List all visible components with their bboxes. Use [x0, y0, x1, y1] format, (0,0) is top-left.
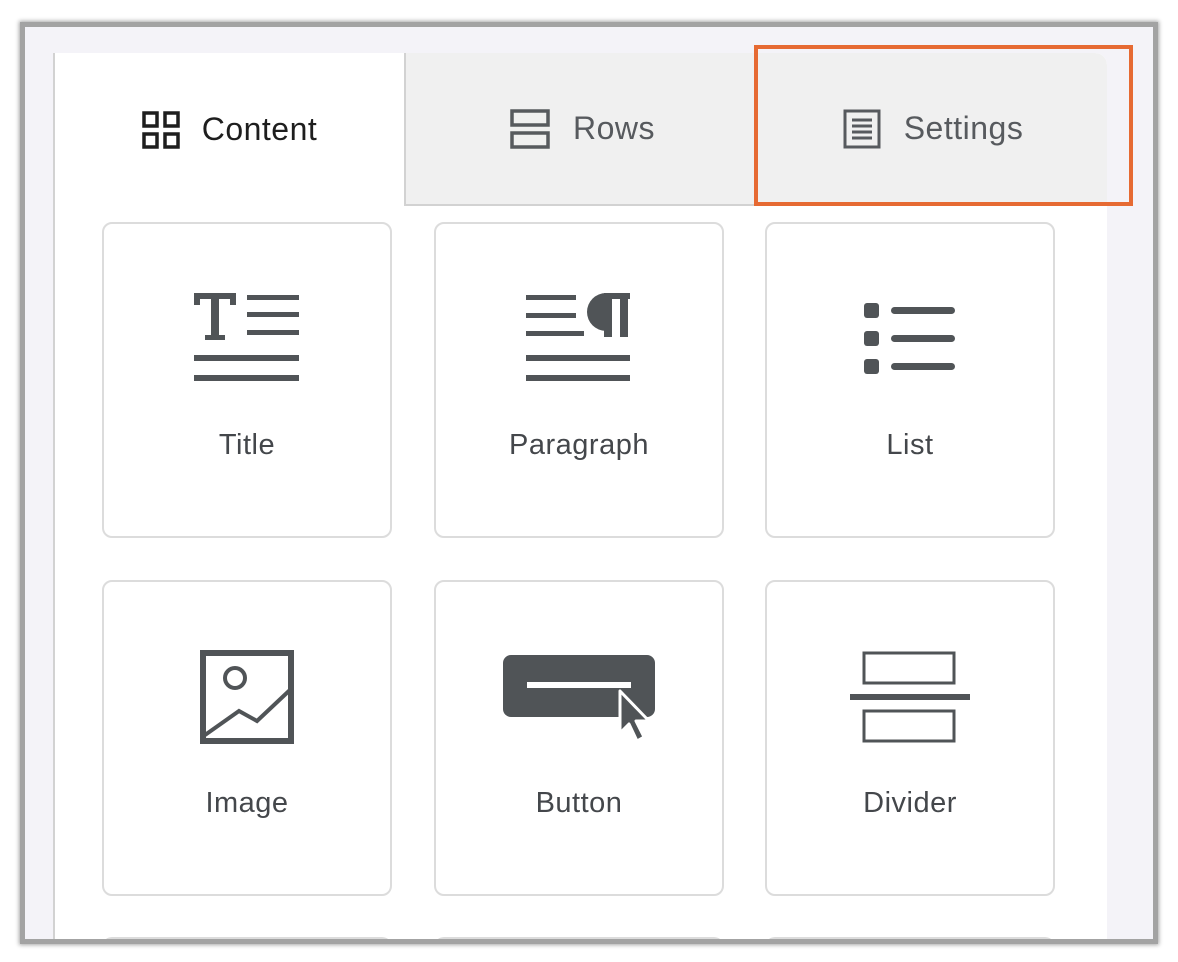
tab-rows[interactable]: Rows: [406, 53, 758, 206]
list-icon: [767, 284, 1053, 394]
block-divider-label: Divider: [863, 787, 957, 819]
block-partial[interactable]: [765, 937, 1055, 939]
tab-settings-label: Settings: [903, 110, 1024, 146]
block-image[interactable]: Image: [102, 580, 392, 896]
editor-window: Content Rows Settings Title Paragraph Li…: [20, 22, 1158, 944]
grid-icon: [141, 110, 180, 149]
block-paragraph-label: Paragraph: [509, 429, 649, 461]
tab-content[interactable]: Content: [55, 53, 406, 206]
block-image-label: Image: [205, 787, 289, 819]
block-list[interactable]: List: [765, 222, 1055, 538]
paragraph-icon: [436, 284, 722, 394]
block-title-label: Title: [218, 429, 276, 461]
block-title[interactable]: Title: [102, 222, 392, 538]
divider-icon: [767, 642, 1053, 752]
block-list-label: List: [886, 429, 934, 461]
tab-bar: Content Rows Settings: [55, 53, 1107, 206]
tab-settings[interactable]: Settings: [758, 53, 1107, 206]
button-icon: [436, 642, 722, 752]
block-paragraph[interactable]: Paragraph: [434, 222, 724, 538]
block-button-label: Button: [535, 787, 623, 819]
rows-icon: [509, 108, 551, 149]
tab-rows-label: Rows: [572, 110, 655, 146]
block-partial[interactable]: [434, 937, 724, 939]
title-icon: [104, 284, 390, 394]
block-partial[interactable]: [102, 937, 392, 939]
settings-doc-icon: [842, 109, 882, 149]
tab-content-label: Content: [201, 111, 318, 147]
block-divider[interactable]: Divider: [765, 580, 1055, 896]
image-icon: [104, 642, 390, 752]
block-button[interactable]: Button: [434, 580, 724, 896]
